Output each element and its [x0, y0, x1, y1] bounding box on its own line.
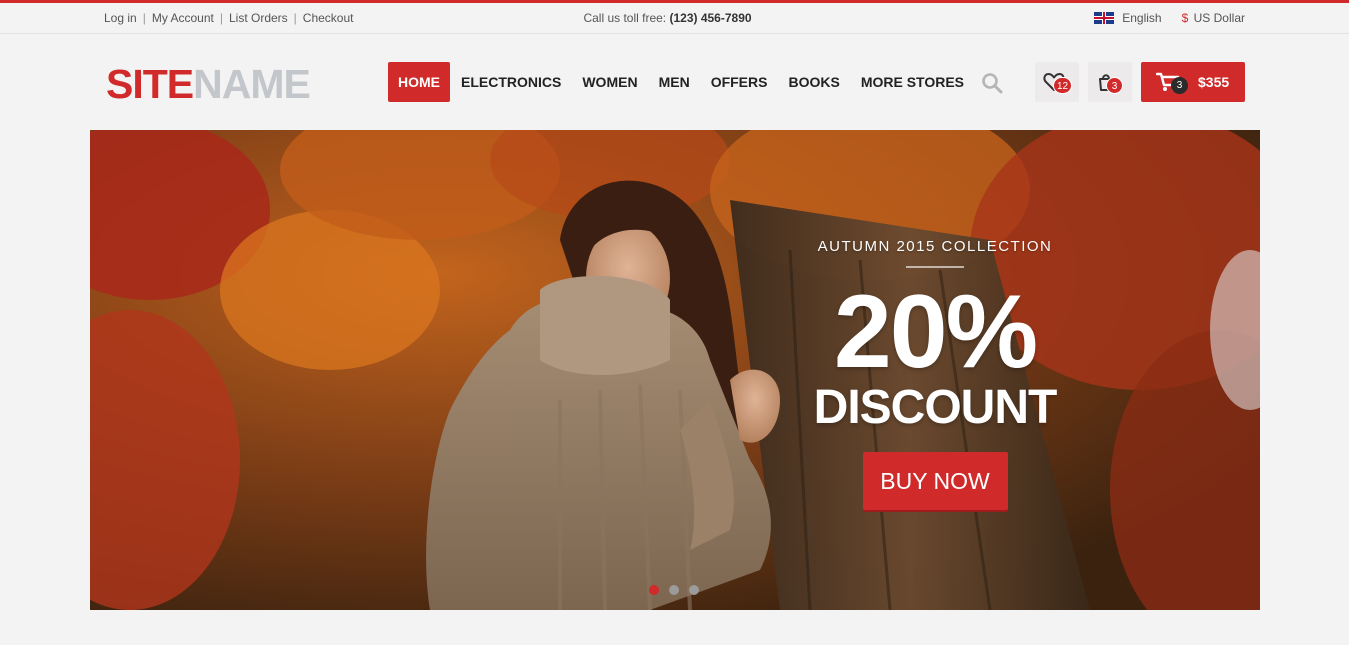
- top-bar: Log in | My Account | List Orders | Chec…: [0, 3, 1349, 34]
- cart-count-badge: 3: [1171, 77, 1188, 94]
- hero-eyebrow: AUTUMN 2015 COLLECTION: [817, 238, 1053, 255]
- nav-men[interactable]: MEN: [649, 62, 700, 102]
- logo-part-1: SITE: [106, 61, 194, 107]
- slide-dot-2[interactable]: [669, 585, 679, 595]
- logo-part-2: NAME: [193, 61, 311, 107]
- nav-books[interactable]: BOOKS: [778, 62, 849, 102]
- nav-electronics[interactable]: ELECTRONICS: [451, 62, 571, 102]
- hero-headline: 20%: [833, 274, 1038, 390]
- slide-dot-3[interactable]: [689, 585, 699, 595]
- phone-number: (123) 456-7890: [669, 11, 752, 25]
- hero-slider: AUTUMN 2015 COLLECTION 20% DISCOUNT BUY …: [90, 130, 1260, 610]
- wishlist-count-badge: 12: [1053, 77, 1073, 94]
- language-selector[interactable]: English: [1122, 11, 1161, 25]
- cart-total: $355: [1198, 74, 1230, 90]
- currency-selector[interactable]: $ US Dollar: [1182, 11, 1245, 25]
- currency-label: US Dollar: [1193, 11, 1245, 25]
- search-button[interactable]: [980, 71, 1004, 95]
- main-nav: HOME ELECTRONICS WOMEN MEN OFFERS BOOKS …: [388, 62, 975, 102]
- compare-count-badge: 3: [1106, 77, 1123, 94]
- search-icon: [982, 73, 1003, 94]
- slide-dot-1[interactable]: [649, 585, 659, 595]
- nav-women[interactable]: WOMEN: [572, 62, 647, 102]
- site-logo[interactable]: SITENAME: [106, 61, 311, 107]
- hero-subheadline: DISCOUNT: [813, 381, 1058, 434]
- main-header: SITENAME HOME ELECTRONICS WOMEN MEN OFFE…: [0, 35, 1349, 130]
- hero-image: [90, 130, 1260, 610]
- call-us-label: Call us toll free:: [583, 11, 667, 25]
- locale-switchers: English $ US Dollar: [1094, 11, 1245, 25]
- buy-now-button[interactable]: BUY NOW: [862, 452, 1008, 510]
- hero-copy: AUTUMN 2015 COLLECTION 20% DISCOUNT BUY …: [795, 238, 1075, 510]
- nav-offers[interactable]: OFFERS: [701, 62, 778, 102]
- compare-button[interactable]: 3: [1088, 62, 1132, 102]
- nav-more-stores[interactable]: MORE STORES: [851, 62, 974, 102]
- hero-divider: [906, 266, 964, 268]
- nav-home[interactable]: HOME: [388, 62, 450, 102]
- slider-pagination: [649, 585, 709, 595]
- dollar-icon: $: [1181, 11, 1189, 25]
- uk-flag-icon: [1094, 12, 1115, 24]
- wishlist-button[interactable]: 12: [1035, 62, 1079, 102]
- cart-button[interactable]: 3 $355: [1141, 62, 1245, 102]
